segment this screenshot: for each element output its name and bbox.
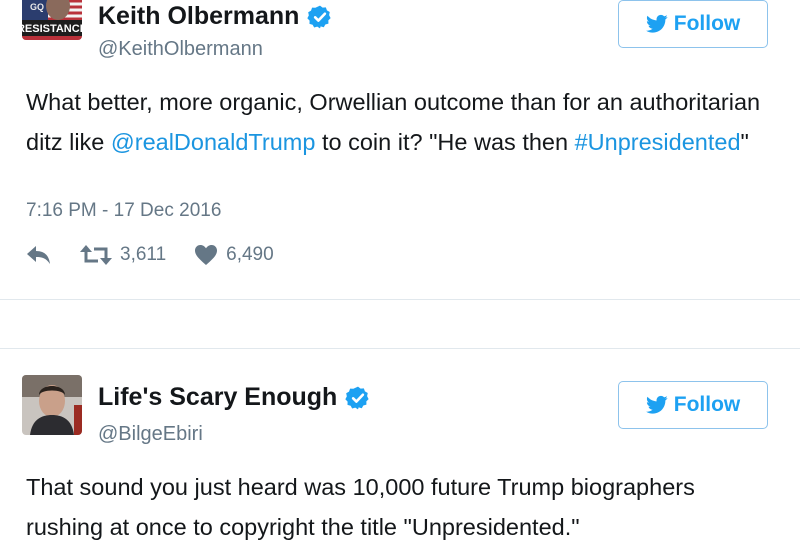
avatar[interactable]: RESISTANCE GQ bbox=[22, 0, 82, 40]
reply-button[interactable] bbox=[26, 244, 52, 266]
like-button[interactable]: 6,490 bbox=[194, 244, 274, 266]
hashtag-link[interactable]: #Unpresidented bbox=[575, 129, 741, 155]
like-count: 6,490 bbox=[226, 244, 274, 265]
follow-button[interactable]: Follow bbox=[618, 381, 768, 429]
tweet-text: What better, more organic, Orwellian out… bbox=[26, 82, 766, 162]
tweet-actions: 3,611 6,490 bbox=[26, 244, 274, 266]
tweet-text-part: to coin it? "He was then bbox=[315, 129, 575, 155]
author-row: Life's Scary Enough bbox=[98, 383, 371, 412]
author-handle[interactable]: @BilgeEbiri bbox=[98, 423, 203, 446]
verified-badge-icon bbox=[345, 386, 369, 409]
tweet-text-part: " bbox=[740, 129, 749, 155]
avatar-logo: GQ bbox=[30, 2, 44, 12]
author-name[interactable]: Keith Olbermann bbox=[98, 2, 299, 31]
author-name[interactable]: Life's Scary Enough bbox=[98, 383, 337, 412]
twitter-bird-icon bbox=[645, 395, 668, 414]
twitter-bird-icon bbox=[645, 14, 668, 33]
author-row: Keith Olbermann bbox=[98, 2, 333, 31]
tweet-text: That sound you just heard was 10,000 fut… bbox=[26, 474, 695, 540]
divider bbox=[0, 300, 800, 348]
follow-button[interactable]: Follow bbox=[618, 0, 768, 48]
avatar-caption: RESISTANCE bbox=[22, 23, 82, 35]
retweet-count: 3,611 bbox=[120, 244, 167, 265]
heart-icon bbox=[195, 245, 218, 265]
tweet-card: RESISTANCE GQ Keith Olbermann @KeithOlbe… bbox=[0, 0, 800, 300]
retweet-icon bbox=[80, 245, 112, 265]
tweet-card: Life's Scary Enough @BilgeEbiri Follow T… bbox=[0, 348, 800, 557]
follow-button-label: Follow bbox=[673, 12, 741, 35]
avatar[interactable] bbox=[22, 375, 82, 435]
reply-icon bbox=[27, 246, 50, 264]
retweet-button[interactable]: 3,611 bbox=[80, 244, 166, 266]
verified-badge-icon bbox=[307, 5, 332, 28]
author-handle[interactable]: @KeithOlbermann bbox=[98, 38, 263, 61]
follow-button-label: Follow bbox=[673, 393, 741, 416]
tweet-timestamp[interactable]: 7:16 PM - 17 Dec 2016 bbox=[26, 200, 221, 222]
mention-link[interactable]: @realDonaldTrump bbox=[111, 129, 316, 155]
